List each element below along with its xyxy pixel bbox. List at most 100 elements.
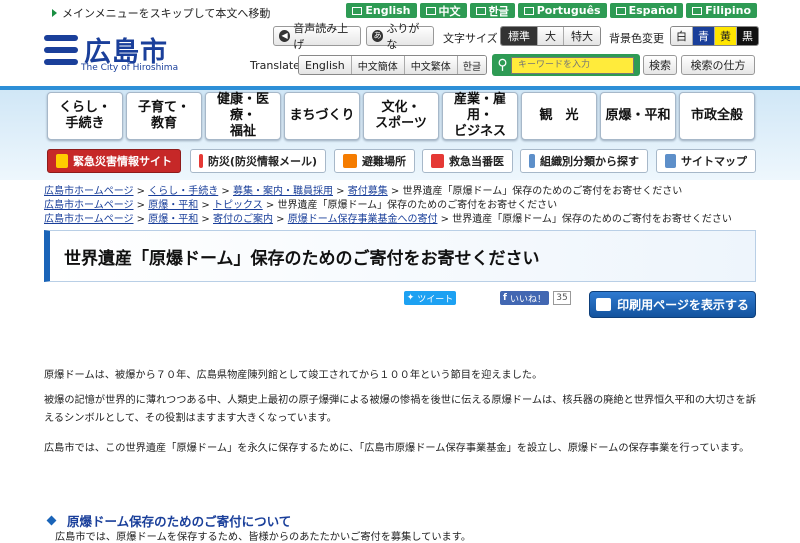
breadcrumb-link[interactable]: 寄付のご案内: [213, 214, 273, 225]
breadcrumb-list: 広島市ホームページ > くらし・手続き > 募集・案内・職員採用 > 寄付募集 …: [44, 185, 764, 227]
disaster-prevention-button[interactable]: 防災(防災情報メール): [190, 149, 326, 173]
breadcrumb-link[interactable]: 広島市ホームページ: [44, 200, 134, 211]
evacuation-button[interactable]: 避難場所: [334, 149, 415, 173]
breadcrumb: 広島市ホームページ > 原爆・平和 > 寄付のご案内 > 原爆ドーム保存事業基金…: [44, 214, 732, 225]
search-button[interactable]: 検索: [643, 55, 677, 75]
bg-white[interactable]: 白: [671, 27, 693, 45]
breadcrumb-link[interactable]: 原爆ドーム保存事業基金への寄付: [288, 214, 438, 225]
bg-color-label: 背景色変更: [609, 32, 664, 45]
read-aloud-button[interactable]: ◀ 音声読み上げ: [273, 22, 361, 51]
breadcrumb-current: 世界遺産「原爆ドーム」保存のためのご寄付をお寄せください: [452, 214, 732, 225]
translate-korean[interactable]: 한글: [457, 56, 487, 74]
print-button[interactable]: 印刷用ページを表示する: [589, 291, 756, 318]
org-search-button[interactable]: 組織別分類から探す: [520, 149, 648, 173]
sitemap-label: サイトマップ: [681, 155, 747, 168]
breadcrumb-link[interactable]: 募集・案内・職員採用: [233, 186, 333, 197]
bg-blue[interactable]: 青: [693, 27, 715, 45]
bg-black[interactable]: 黒: [737, 27, 758, 45]
runner-icon: [343, 154, 357, 168]
nav-item-peace[interactable]: 原爆・平和: [600, 92, 676, 140]
body-paragraph: 広島市では、この世界遺産「原爆ドーム」を永久に保存するために、「広島市原爆ドーム…: [44, 443, 750, 454]
book-icon: [692, 6, 703, 15]
font-size-xlarge[interactable]: 特大: [564, 27, 600, 45]
twitter-icon: ✦: [406, 293, 415, 303]
lang-portuguese[interactable]: Português: [517, 3, 607, 18]
breadcrumb-link[interactable]: くらし・手続き: [148, 186, 218, 197]
nav-item-tourism[interactable]: 観 光: [521, 92, 597, 140]
lang-label: Português: [536, 4, 601, 17]
nav-item-health[interactable]: 健康・医療・ 福祉: [205, 92, 281, 140]
font-size-standard[interactable]: 標準: [501, 27, 538, 45]
book-icon: [352, 6, 363, 15]
breadcrumb-link[interactable]: 原爆・平和: [148, 214, 198, 225]
lang-chinese[interactable]: 中文: [419, 3, 467, 18]
font-size-large[interactable]: 大: [538, 27, 564, 45]
warning-icon: [56, 154, 68, 168]
nav-item-culture[interactable]: 文化・ スポーツ: [363, 92, 439, 140]
font-size-label: 文字サイズ: [443, 32, 498, 45]
diamond-icon: [46, 515, 57, 526]
search-icon: ⚲: [497, 57, 508, 73]
body-paragraph: 被爆の記憶が世界的に薄れつつある中、人類史上最初の原子爆弾による被爆の惨禍を後世…: [44, 395, 756, 424]
language-links: English 中文 한글 Português Español Filipino: [346, 3, 757, 18]
translate-chinese-simplified[interactable]: 中文簡体: [351, 56, 405, 74]
nav-item-town[interactable]: まちづくり: [284, 92, 360, 140]
like-button[interactable]: f いいね！: [500, 291, 549, 305]
breadcrumb-link[interactable]: 広島市ホームページ: [44, 214, 134, 225]
tweet-button[interactable]: ✦ ツイート: [404, 291, 456, 305]
breadcrumb-current: 世界遺産「原爆ドーム」保存のためのご寄付をお寄せください: [402, 186, 683, 197]
lang-label: Español: [628, 4, 678, 17]
search-input[interactable]: [511, 56, 634, 74]
breadcrumb-link[interactable]: 広島市ホームページ: [44, 186, 134, 197]
logo-english: The City of Hiroshima: [81, 63, 179, 73]
search-howto-button[interactable]: 検索の仕方: [681, 55, 755, 75]
nav-item-childcare[interactable]: 子育て・ 教育: [126, 92, 202, 140]
like-count: 35: [553, 291, 571, 305]
site-header: メインメニューをスキップして本文へ移動 English 中文 한글 Portug…: [0, 0, 800, 86]
nav-item-business[interactable]: 産業・雇用・ ビジネス: [442, 92, 518, 140]
book-icon: [523, 6, 534, 15]
book-icon: [475, 6, 486, 15]
book-icon: [425, 6, 436, 15]
lang-spanish[interactable]: Español: [609, 3, 684, 18]
people-icon: [529, 154, 535, 168]
doctor-label: 救急当番医: [449, 155, 504, 168]
translate-english[interactable]: English: [299, 56, 352, 74]
arrow-icon: [52, 9, 57, 17]
printer-icon: [596, 298, 612, 311]
logo-mark-icon: [44, 34, 78, 65]
emergency-button[interactable]: 緊急災害情報サイト: [47, 149, 181, 173]
nav-item-living[interactable]: くらし・ 手続き: [47, 92, 123, 140]
global-nav: くらし・ 手続き 子育て・ 教育 健康・医療・ 福祉 まちづくり 文化・ スポー…: [0, 86, 800, 180]
breadcrumb: 広島市ホームページ > くらし・手続き > 募集・案内・職員採用 > 寄付募集 …: [44, 186, 683, 197]
section-text: 広島市では、原爆ドームを保存するため、皆様からのあたたかいご寄付を募集しています…: [55, 532, 472, 543]
breadcrumb-link[interactable]: 原爆・平和: [148, 200, 198, 211]
sitemap-button[interactable]: サイトマップ: [656, 149, 756, 173]
font-size-selector: 標準 大 特大: [500, 26, 601, 46]
lang-label: Filipino: [705, 4, 751, 17]
furigana-button[interactable]: あふりがな: [366, 22, 434, 51]
nav-item-government[interactable]: 市政全般: [679, 92, 755, 140]
lang-label: 中文: [438, 4, 461, 18]
bg-yellow[interactable]: 黄: [715, 27, 737, 45]
breadcrumb: 広島市ホームページ > 原爆・平和 > トピックス > 世界遺産「原爆ドーム」保…: [44, 200, 558, 211]
lang-korean[interactable]: 한글: [469, 3, 515, 18]
search-box: ⚲: [492, 54, 640, 76]
skip-link[interactable]: メインメニューをスキップして本文へ移動: [52, 5, 270, 21]
nav-top-bar: [0, 86, 800, 90]
speaker-icon: ◀: [279, 30, 291, 42]
translate-selector: English 中文簡体 中文繁体 한글: [298, 55, 488, 75]
breadcrumb-link[interactable]: トピックス: [213, 200, 263, 211]
translate-chinese-traditional[interactable]: 中文繁体: [404, 56, 458, 74]
breadcrumb-link[interactable]: 寄付募集: [348, 186, 388, 197]
body-paragraph: 原爆ドームは、被爆から７０年、広島県物産陳列館として竣工されてから１００年という…: [44, 370, 543, 381]
translate-label: Translate: [250, 59, 300, 72]
medical-cross-icon: [431, 154, 444, 168]
emergency-doctor-button[interactable]: 救急当番医: [422, 149, 513, 173]
lang-filipino[interactable]: Filipino: [686, 3, 757, 18]
breadcrumb-current: 世界遺産「原爆ドーム」保存のためのご寄付をお寄せください: [277, 200, 558, 211]
like-label: いいね！: [509, 294, 546, 305]
lang-label: 한글: [488, 4, 509, 18]
lang-english[interactable]: English: [346, 3, 417, 18]
read-aloud-label: 音声読み上げ: [293, 22, 349, 51]
